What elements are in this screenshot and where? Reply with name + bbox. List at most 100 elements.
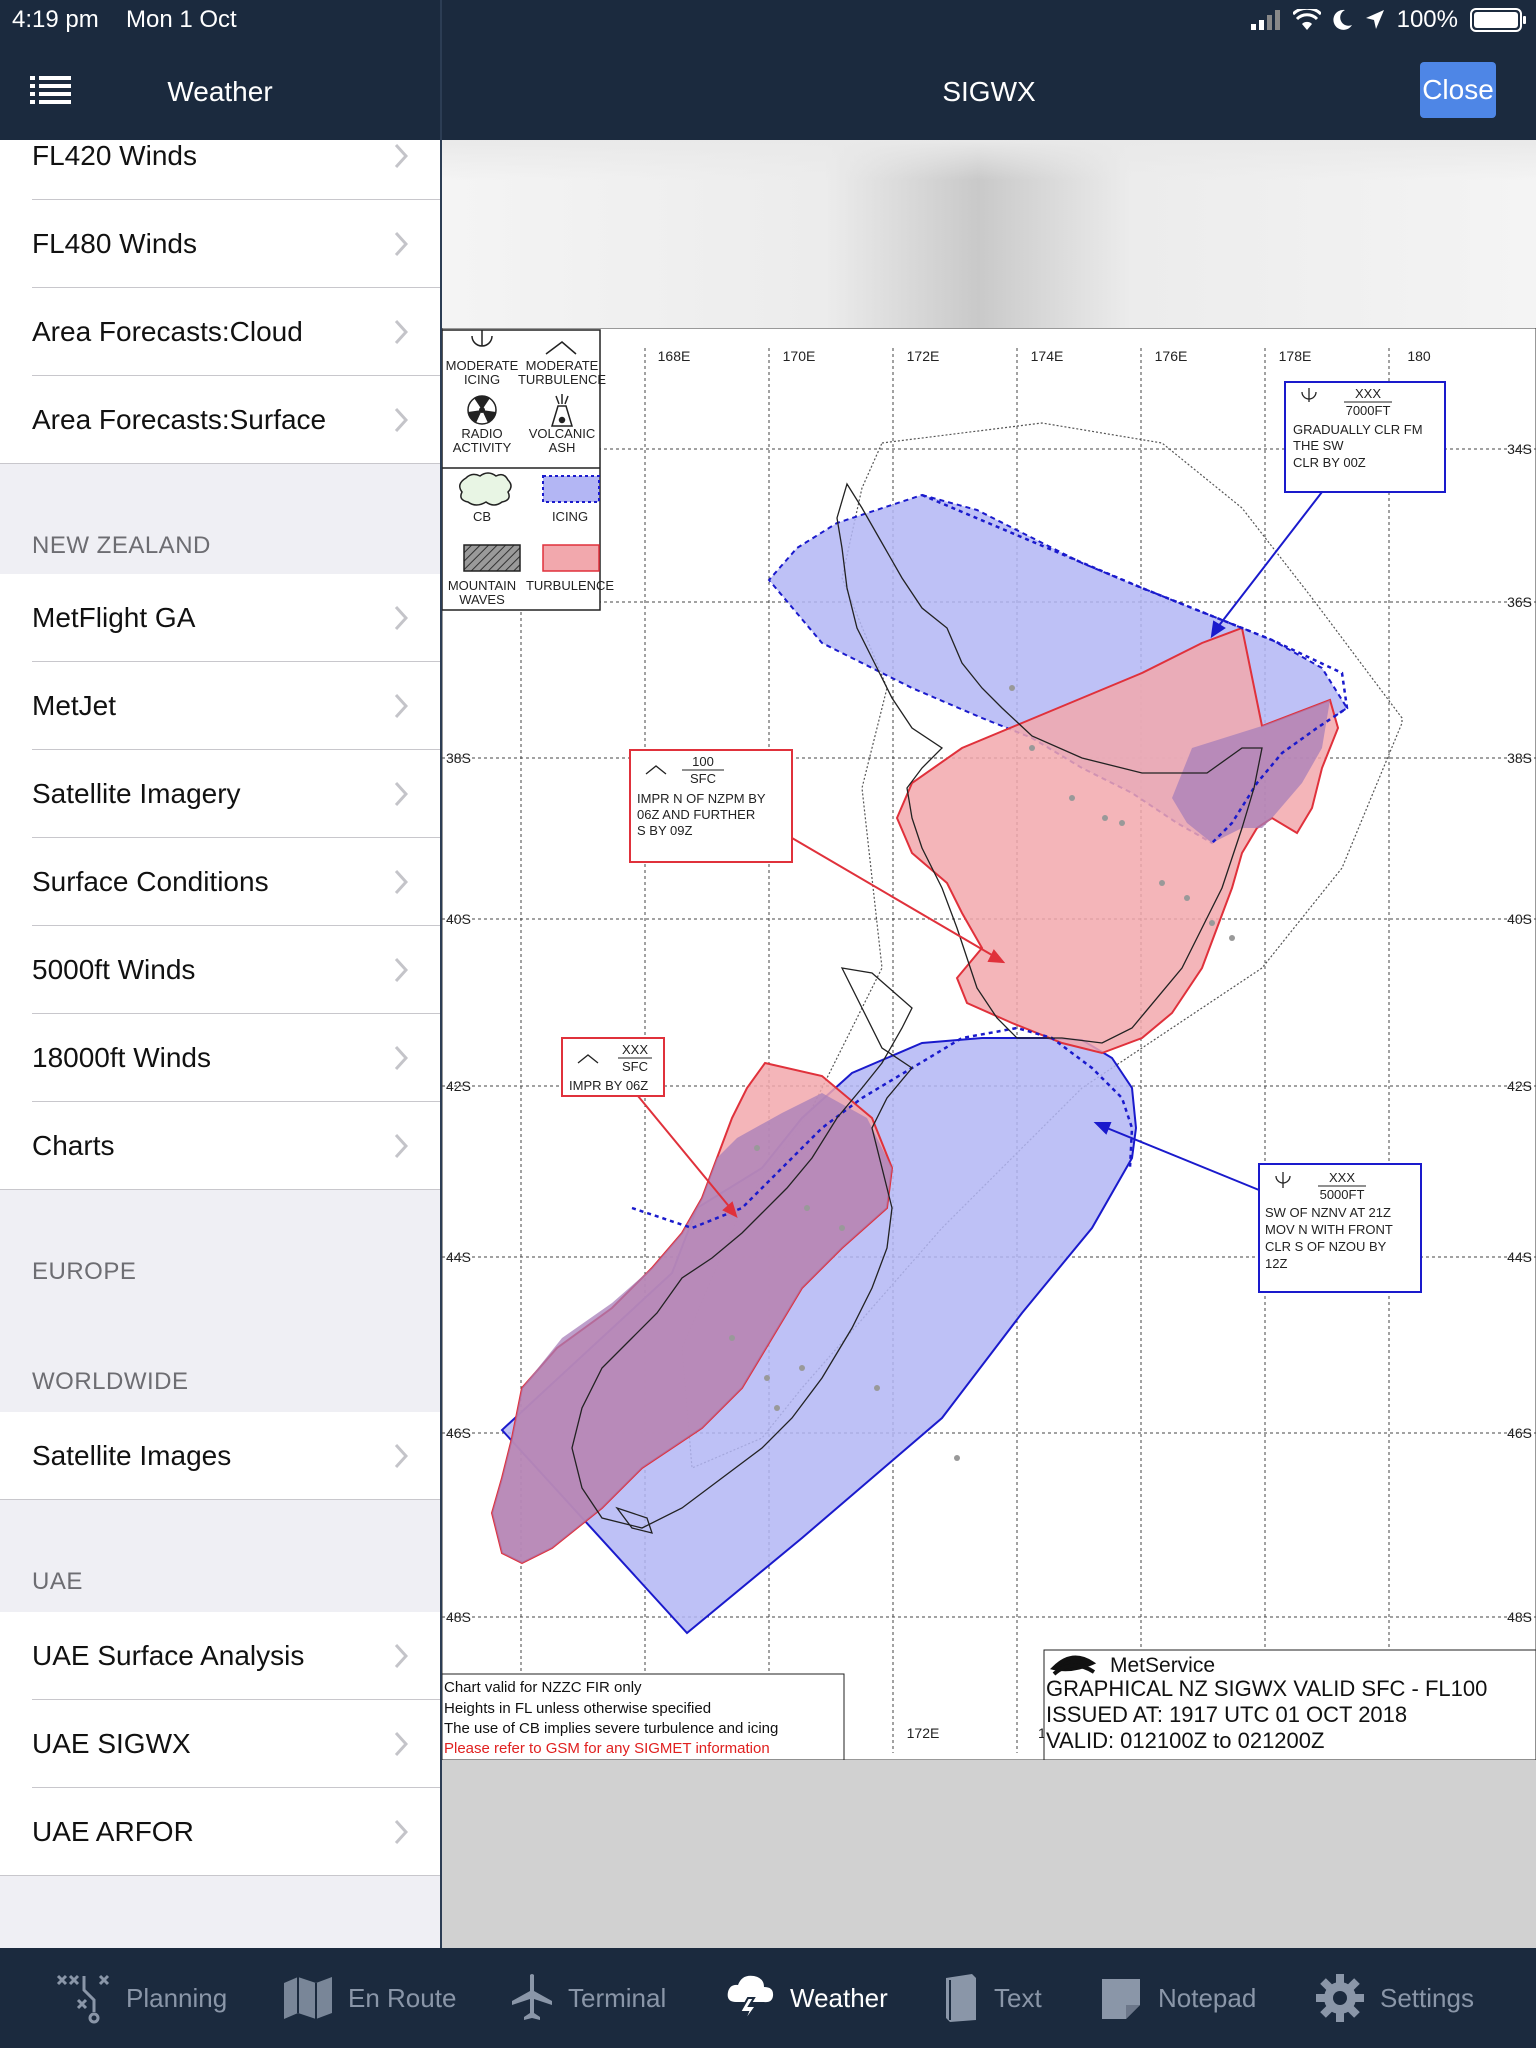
list-item-5000ft-winds[interactable]: 5000ft Winds: [0, 926, 440, 1014]
chevron-right-icon: [394, 1443, 408, 1469]
legend-radio-activity-line1: RADIO: [461, 426, 502, 441]
weather-menu-list: FL420 Winds FL480 Winds Area Forecasts:C…: [0, 140, 440, 1948]
chevron-right-icon: [394, 605, 408, 631]
callout-icing-north-line2: THE SW: [1293, 438, 1344, 453]
list-item-label: UAE Surface Analysis: [32, 1640, 305, 1671]
legend-moderate-icing-line2: ICING: [464, 372, 500, 387]
callout-turbulence-north: 100 SFC IMPR N OF NZPM BY 06Z AND FURTHE…: [629, 749, 793, 863]
tab-planning[interactable]: Planning: [54, 1948, 227, 2048]
radioactivity-symbol-icon: [467, 395, 497, 425]
legend-turbulence: TURBULENCE: [526, 578, 614, 593]
list-item-uae-arfor[interactable]: UAE ARFOR: [0, 1788, 440, 1876]
tab-bar: Planning En Route Terminal Weather Text …: [0, 1948, 1536, 2048]
legend-moderate-icing-line1: MODERATE: [446, 358, 519, 373]
lat-label-46s-left: 46S: [446, 1425, 471, 1441]
legend-moderate-turbulence-line1: MODERATE: [526, 358, 599, 373]
mountain-waves-legend-swatch: [463, 544, 521, 572]
callout-turbulence-south-top: XXX: [622, 1042, 648, 1057]
sigwx-chart[interactable]: 168E 170E 172E 174E 176E 178E 180 34S 36…: [442, 328, 1536, 1760]
list-item-uae-sigwx[interactable]: UAE SIGWX: [0, 1700, 440, 1788]
list-item-label: MetFlight GA: [32, 602, 196, 633]
legend-volcanic-ash-line1: VOLCANIC: [529, 426, 595, 441]
list-item-label: 5000ft Winds: [32, 954, 196, 985]
chart-title: SIGWX: [942, 76, 1036, 107]
lon-label-170e: 170E: [783, 348, 816, 364]
location-arrow-icon: [1365, 10, 1384, 29]
lon-label-180: 180: [1407, 348, 1431, 364]
tab-label: Settings: [1380, 1982, 1474, 2013]
tab-weather[interactable]: Weather: [724, 1948, 888, 2048]
list-item-18000ft-winds[interactable]: 18000ft Winds: [0, 1014, 440, 1102]
bottom-lon-label-172e: 172E: [907, 1725, 940, 1741]
section-header-uae: UAE: [32, 1568, 83, 1595]
list-item-fl420-winds[interactable]: FL420 Winds: [0, 140, 440, 200]
list-item-label: Satellite Imagery: [32, 778, 241, 809]
lat-label-40s-left: 40S: [446, 911, 471, 927]
chevron-right-icon: [394, 231, 408, 257]
list-item-metflight-ga[interactable]: MetFlight GA: [0, 574, 440, 662]
list-item-metjet[interactable]: MetJet: [0, 662, 440, 750]
legend-icing: ICING: [552, 509, 588, 524]
chart-note-line2: Heights in FL unless otherwise specified: [444, 1700, 711, 1717]
chevron-right-icon: [394, 407, 408, 433]
list-item-area-forecasts-cloud[interactable]: Area Forecasts:Cloud: [0, 288, 440, 376]
callout-icing-south-line4: 12Z: [1265, 1256, 1287, 1271]
list-item-label: UAE ARFOR: [32, 1816, 194, 1847]
tab-label: Weather: [790, 1982, 888, 2013]
list-item-label: Area Forecasts:Surface: [32, 404, 327, 435]
callout-icing-south-line3: CLR S OF NZOU BY: [1265, 1239, 1387, 1254]
chevron-right-icon: [394, 1819, 408, 1845]
legend-volcanic-ash-line2: ASH: [549, 440, 576, 455]
lon-label-174e: 174E: [1031, 348, 1064, 364]
callout-turbulence-north-bottom: SFC: [690, 771, 716, 786]
chart-bottom-margin: [442, 1760, 1536, 1948]
tab-notepad[interactable]: Notepad: [1098, 1948, 1256, 2048]
list-item-satellite-imagery[interactable]: Satellite Imagery: [0, 750, 440, 838]
tab-label: Planning: [126, 1982, 228, 2013]
callout-icing-north-line3: CLR BY 00Z: [1293, 455, 1366, 470]
cb-symbol-icon: [459, 472, 512, 506]
chevron-right-icon: [394, 957, 408, 983]
tab-label: Text: [994, 1982, 1042, 2013]
list-item-label: Surface Conditions: [32, 866, 269, 897]
list-item-fl480-winds[interactable]: FL480 Winds: [0, 200, 440, 288]
callout-turbulence-north-line3: S BY 09Z: [637, 823, 692, 838]
status-indicators: 100%: [1250, 6, 1526, 34]
close-button[interactable]: Close: [1420, 62, 1496, 118]
list-item-label: FL420 Winds: [32, 140, 197, 171]
chevron-right-icon: [394, 1731, 408, 1757]
chart-info-line1: GRAPHICAL NZ SIGWX VALID SFC - FL100: [1046, 1676, 1487, 1701]
callout-icing-north-top: XXX: [1355, 386, 1381, 401]
icing-legend-swatch: [542, 475, 600, 503]
legend-mountain-waves-line1: MOUNTAIN: [448, 578, 516, 593]
battery-icon: [1470, 8, 1526, 32]
status-date: Mon 1 Oct: [126, 6, 237, 33]
list-item-charts[interactable]: Charts: [0, 1102, 440, 1190]
section-header-new-zealand: NEW ZEALAND: [32, 532, 211, 559]
list-item-uae-surface-analysis[interactable]: UAE Surface Analysis: [0, 1612, 440, 1700]
list-item-label: Satellite Images: [32, 1440, 232, 1471]
chart-note-line3: The use of CB implies severe turbulence …: [444, 1720, 778, 1737]
callout-icing-south: XXX 5000FT SW OF NZNV AT 21Z MOV N WITH …: [1258, 1163, 1422, 1293]
chart-info-line3: VALID: 012100Z to 021200Z: [1046, 1728, 1324, 1753]
tab-text[interactable]: Text: [942, 1948, 1042, 2048]
list-item-surface-conditions[interactable]: Surface Conditions: [0, 838, 440, 926]
list-item-label: UAE SIGWX: [32, 1728, 191, 1759]
lat-label-38s-right: 38S: [1507, 750, 1532, 766]
callout-turbulence-north-line1: IMPR N OF NZPM BY: [637, 791, 766, 806]
lat-label-48s-right: 48S: [1507, 1609, 1532, 1625]
lat-label-44s-left: 44S: [446, 1249, 471, 1265]
list-item-area-forecasts-surface[interactable]: Area Forecasts:Surface: [0, 376, 440, 464]
tab-en-route[interactable]: En Route: [282, 1948, 456, 2048]
chevron-right-icon: [394, 143, 408, 169]
lat-label-46s-right: 46S: [1507, 1425, 1532, 1441]
chevron-right-icon: [394, 1643, 408, 1669]
lat-label-36s-right: 36S: [1507, 594, 1532, 610]
chevron-right-icon: [394, 869, 408, 895]
list-item-satellite-images[interactable]: Satellite Images: [0, 1412, 440, 1500]
chart-info-line2: ISSUED AT: 1917 UTC 01 OCT 2018: [1046, 1702, 1407, 1727]
callout-icing-south-top: XXX: [1329, 1170, 1355, 1185]
tab-terminal[interactable]: Terminal: [510, 1948, 666, 2048]
legend-moderate-turbulence-line2: TURBULENCE: [518, 372, 606, 387]
tab-settings[interactable]: Settings: [1314, 1948, 1474, 2048]
